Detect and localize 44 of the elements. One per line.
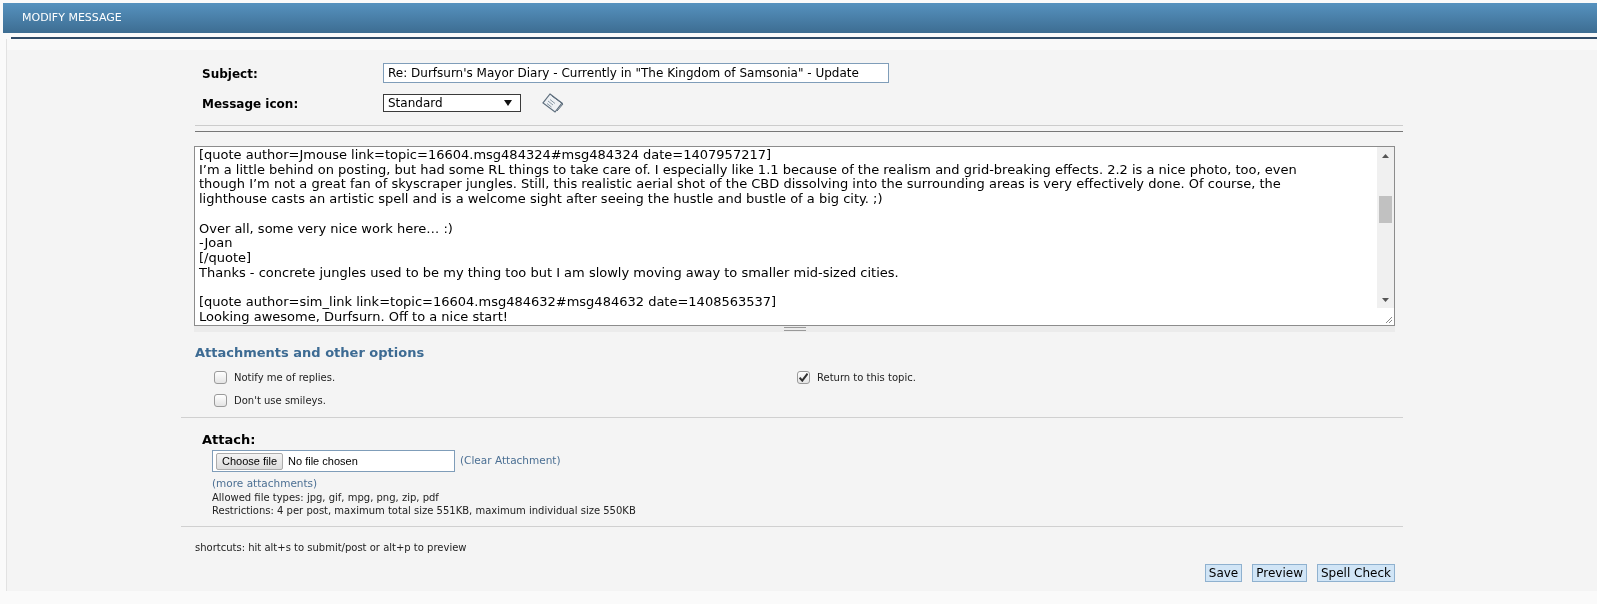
scrollbar[interactable]	[1377, 147, 1394, 308]
text-line: Over all, some very nice work here… :)	[199, 221, 453, 237]
caret-icon	[504, 100, 512, 106]
shortcuts-text: shortcuts: hit alt+s to submit/post or alt+p to preview	[195, 542, 467, 554]
file-input[interactable]: Choose file No file chosen	[212, 450, 455, 472]
header-title: MODIFY MESSAGE	[22, 9, 122, 26]
choose-file-button[interactable]: Choose file	[216, 452, 284, 470]
note-icon	[542, 93, 564, 113]
text-line: though I’m not a great fan of skyscraper jungles. Still, this realistic aerial shot of the CBD dissolving into the surrounding areas is very effectively done. Of course, the	[199, 177, 1281, 193]
attach-label: Attach:	[202, 431, 256, 448]
checkbox[interactable]	[214, 371, 227, 384]
restrictions-text: Restrictions: 4 per post, maximum total size 551KB, maximum individual size 550KB	[212, 504, 636, 517]
text-line: [quote author=sim_link link=topic=16604.msg484632#msg484632 date=1408563537]	[199, 295, 777, 310]
form-button[interactable]: Preview	[1252, 564, 1307, 582]
section-heading: Attachments and other options	[195, 345, 425, 361]
icon-dropdown[interactable]: Standard	[383, 94, 521, 112]
checkbox[interactable]	[797, 371, 810, 384]
text-line: I’m a little behind on posting, but had some RL things to take care of. I especially like 1.1 because of the realism and grid-breaking effects. 2.2 is a nice photo, too, even	[199, 162, 1297, 178]
form-button[interactable]: Save	[1204, 564, 1243, 582]
message-textarea[interactable]	[194, 146, 1395, 326]
option-label: Notify me of replies.	[234, 371, 336, 385]
text-line: -Joan	[199, 236, 233, 251]
allowed-types-text: Allowed file types: jpg, gif, mpg, png, zip, pdf	[212, 492, 439, 505]
checkbox[interactable]	[214, 394, 227, 407]
resize-handle[interactable]	[194, 326, 1395, 332]
message-icon-label: Message icon:	[202, 97, 299, 111]
option-label: Return to this topic.	[817, 371, 916, 385]
clear-attachment-link[interactable]: (Clear Attachment)	[460, 453, 561, 469]
file-status-text: No file chosen	[288, 453, 358, 469]
grip-icon	[783, 327, 806, 331]
more-attachments-link[interactable]: (more attachments)	[212, 477, 318, 489]
subject-label: Subject:	[202, 67, 258, 81]
subject-input[interactable]: Re: Durfsurn's Mayor Diary - Currently in "The Kingdom of Samsonia" - Update	[383, 63, 889, 83]
text-line: [/quote]	[199, 250, 252, 266]
scrollbar-thumb[interactable]	[1379, 196, 1392, 223]
text-line: lighthouse casts an artistic spell and is a welcome sight after seeing the hustle and bustle of a big city. ;)	[199, 192, 883, 207]
up-arrow-icon[interactable]	[1382, 153, 1389, 158]
text-line: Thanks - concrete jungles used to be my thing too but I am slowly moving away to smaller mid-sized cities.	[199, 265, 899, 281]
check-icon	[799, 373, 808, 382]
down-arrow-icon[interactable]	[1382, 297, 1389, 302]
text-line: [quote author=Jmouse link=topic=16604.msg484324#msg484324 date=1407957217]	[199, 148, 772, 163]
form-button[interactable]: Spell Check	[1317, 564, 1395, 582]
option-label: Don't use smileys.	[234, 394, 326, 408]
text-line: Looking awesome, Durfsurn. Off to a nice start!	[199, 309, 508, 325]
